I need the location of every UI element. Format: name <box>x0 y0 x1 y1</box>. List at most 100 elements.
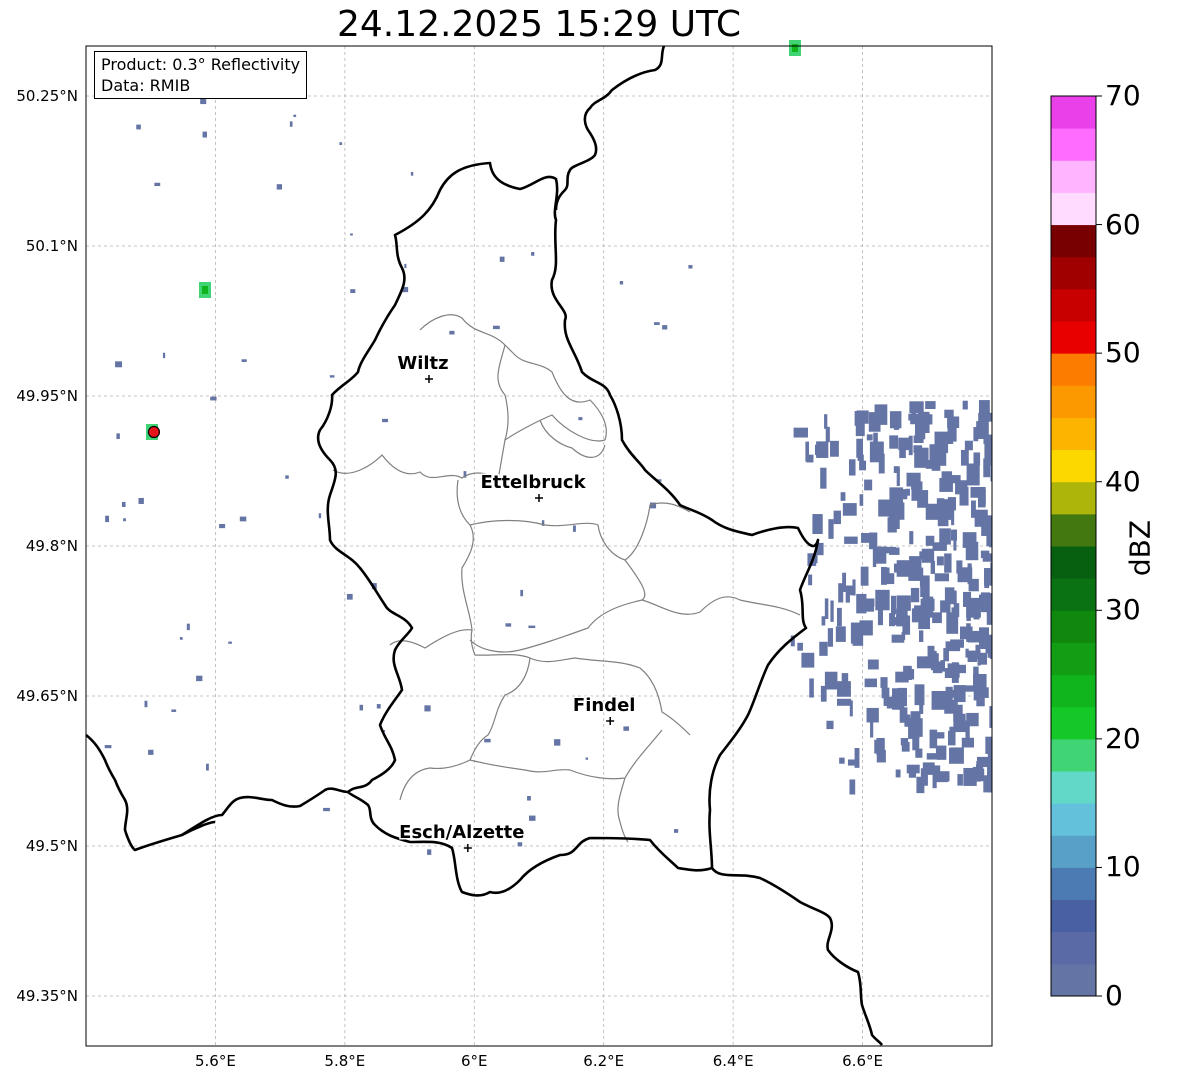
colorbar-segment <box>1051 738 1096 772</box>
echo-cell <box>947 730 956 746</box>
echo-cell <box>906 764 920 774</box>
colorbar-segment <box>1051 674 1096 708</box>
echo-cell <box>966 612 971 621</box>
radar-echoes <box>104 40 992 855</box>
echo-cell <box>860 566 869 586</box>
echo-cell <box>962 532 977 548</box>
colorbar-segment <box>1051 706 1096 740</box>
echo-cell <box>865 601 875 612</box>
lat-tick-label: 49.35°N <box>16 987 78 1005</box>
echo-cell <box>987 761 992 780</box>
echo-cell <box>826 720 834 730</box>
echo-cell <box>148 749 154 755</box>
city-label: Ettelbruck <box>480 472 586 493</box>
echo-cell <box>934 732 945 739</box>
colorbar <box>1050 95 1102 997</box>
echo-cell <box>836 607 842 627</box>
echo-cell <box>895 671 909 683</box>
colorbar-title: dBZ <box>1123 519 1157 577</box>
echo-cell <box>859 460 867 471</box>
echo-cell <box>350 233 353 236</box>
echo-cell <box>872 546 877 568</box>
echo-cell <box>202 131 207 138</box>
canton-boundaries <box>332 314 801 843</box>
canton-line <box>469 559 646 653</box>
radar-map[interactable]: WiltzEttelbruckFindelEsch/Alzette 5.6°E 5… <box>0 0 1184 1081</box>
luxembourg-border <box>316 161 820 897</box>
colorbar-segment <box>1051 96 1096 129</box>
echo-cell <box>623 726 629 731</box>
echo-cell <box>121 501 126 507</box>
canton-line <box>389 524 474 649</box>
echo-cell <box>805 441 810 462</box>
echo-cell <box>824 598 829 619</box>
echo-cell <box>827 628 833 647</box>
echo-cell <box>410 171 414 176</box>
echo-cell <box>529 815 536 821</box>
echo-cell <box>820 685 827 702</box>
colorbar-tick-label: 50 <box>1105 336 1141 370</box>
echo-cell <box>976 764 982 778</box>
colorbar-segment <box>1051 321 1096 354</box>
colorbar-segment <box>1051 192 1096 226</box>
echo-cell <box>239 516 247 522</box>
echo-cell <box>276 184 283 190</box>
echo-cell <box>944 700 958 714</box>
echo-cell <box>293 114 297 117</box>
echo-cell <box>318 513 322 519</box>
echo-cell <box>951 662 959 683</box>
echo-cell <box>905 488 910 496</box>
echo-cell <box>976 421 989 439</box>
canton-line <box>469 729 663 780</box>
echo-cell <box>978 400 990 419</box>
cities: Wiltz Ettelbruck Findel Esch/Alzette <box>396 352 637 852</box>
echo-cell <box>930 560 936 574</box>
germany-border-south <box>710 867 884 1046</box>
colorbar-segment <box>1051 578 1096 611</box>
echo-cell <box>424 705 431 712</box>
colorbar-segment <box>1051 160 1096 193</box>
lon-tick-label: 6.4°E <box>713 1052 754 1070</box>
echo-cell <box>186 623 190 631</box>
echo-cell <box>830 440 839 457</box>
echo-cell <box>339 142 343 146</box>
echo-cell <box>934 771 949 783</box>
echo-cell <box>883 696 894 706</box>
echo-cell <box>812 514 823 535</box>
echo-cell <box>920 575 930 598</box>
lon-tick-label: 5.8°E <box>324 1052 365 1070</box>
colorbar-segment <box>1051 546 1096 579</box>
echo-cell <box>896 608 908 627</box>
lat-tick-label: 49.8°N <box>26 537 78 555</box>
colorbar-segment <box>1051 513 1096 547</box>
lat-tick-label: 49.95°N <box>16 387 78 405</box>
echo-cell <box>947 416 960 428</box>
echo-cell <box>951 747 964 758</box>
echo-cell <box>944 409 954 419</box>
echo-cell <box>918 611 931 630</box>
echo-cell <box>527 796 531 801</box>
echo-cell <box>890 595 897 615</box>
echo-cell <box>925 401 936 410</box>
echo-cell <box>895 769 901 778</box>
echo-cell <box>912 737 920 751</box>
echo-cell <box>404 263 407 269</box>
echo-cell <box>896 560 911 577</box>
echo-cell <box>889 435 899 449</box>
echo-cell <box>138 497 144 504</box>
echo-cell <box>980 550 990 559</box>
echo-cell <box>210 396 217 401</box>
echo-cell <box>505 623 512 627</box>
echo-cell <box>154 182 161 187</box>
echo-cell <box>824 414 828 429</box>
echo-cell <box>934 573 950 582</box>
echo-cell <box>285 475 289 479</box>
echo-cell <box>936 498 945 514</box>
echo-cell <box>835 626 846 642</box>
echo-cell <box>980 592 990 613</box>
echo-cell <box>964 440 973 451</box>
product-label: Product: 0.3° Reflectivity <box>101 55 301 74</box>
echo-cell <box>936 556 944 566</box>
colorbar-segment <box>1051 803 1096 836</box>
echo-cell <box>842 503 857 516</box>
